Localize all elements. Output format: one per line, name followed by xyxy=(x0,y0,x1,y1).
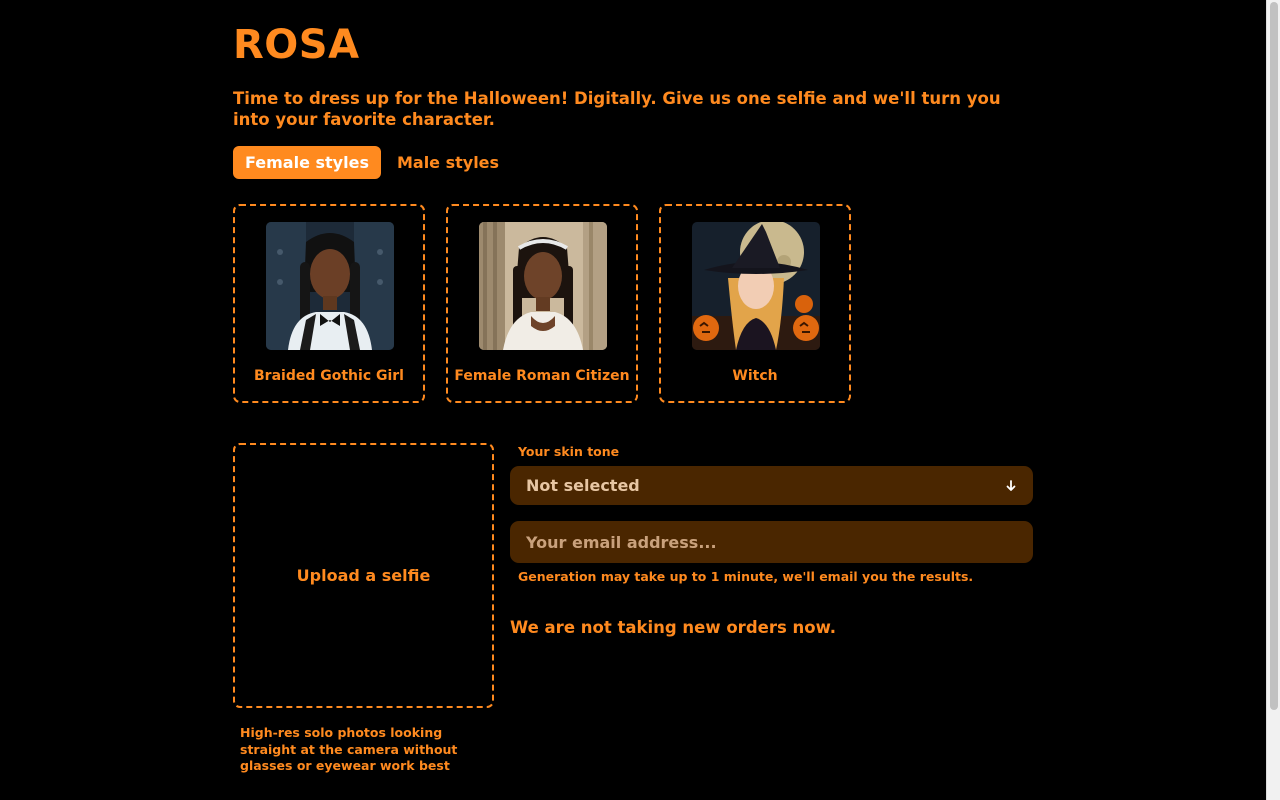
roman-citizen-portrait-image xyxy=(479,222,607,350)
upload-selfie-label: Upload a selfie xyxy=(296,566,431,585)
page-scrollbar[interactable] xyxy=(1266,0,1280,800)
upload-selfie-dropzone[interactable]: Upload a selfie xyxy=(233,443,494,708)
generation-note: Generation may take up to 1 minute, we'l… xyxy=(518,569,974,584)
style-card-witch[interactable]: Witch xyxy=(659,204,851,403)
tab-female-styles[interactable]: Female styles xyxy=(233,146,381,179)
style-cards: Braided Gothic Girl Female Roman Citizen… xyxy=(233,204,872,403)
tagline: Time to dress up for the Halloween! Digi… xyxy=(233,89,1001,129)
gothic-girl-portrait-image xyxy=(266,222,394,350)
upload-hint: High-res solo photos looking straight at… xyxy=(240,725,458,773)
style-tabs: Female styles Male styles xyxy=(233,146,511,179)
tab-male-styles[interactable]: Male styles xyxy=(385,146,511,179)
email-field[interactable] xyxy=(510,521,1033,563)
style-card-braided-gothic-girl[interactable]: Braided Gothic Girl xyxy=(233,204,425,403)
brand-logo[interactable]: ROSA xyxy=(233,22,360,68)
arrow-down-icon xyxy=(1006,479,1016,491)
style-card-label: Female Roman Citizen xyxy=(454,368,630,384)
style-card-female-roman-citizen[interactable]: Female Roman Citizen xyxy=(446,204,638,403)
style-card-label: Witch xyxy=(732,368,778,384)
skin-tone-select[interactable]: Not selected xyxy=(510,466,1033,505)
witch-portrait-image xyxy=(692,222,820,350)
scrollbar-thumb[interactable] xyxy=(1270,2,1278,710)
skin-tone-label: Your skin tone xyxy=(518,444,620,459)
style-card-label: Braided Gothic Girl xyxy=(254,368,404,384)
orders-closed-message: We are not taking new orders now. xyxy=(510,618,837,637)
skin-tone-value: Not selected xyxy=(526,476,640,495)
